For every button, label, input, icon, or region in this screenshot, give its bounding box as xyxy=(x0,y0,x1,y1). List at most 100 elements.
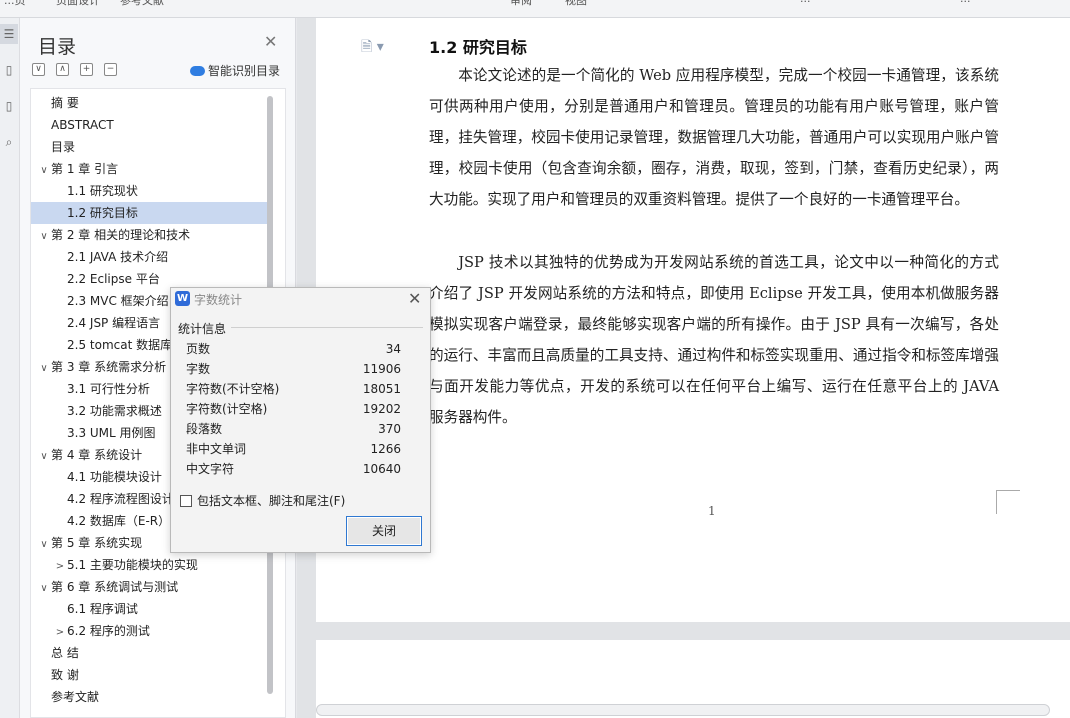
bookmark-icon[interactable]: ▯ xyxy=(0,60,18,80)
toc-item-label: 摘 要 xyxy=(51,96,79,110)
toc-item[interactable]: 2.1 JAVA 技术介绍 xyxy=(31,246,267,268)
stat-value: 11906 xyxy=(362,362,401,376)
include-textbox-checkbox[interactable]: 包括文本框、脚注和尾注(F) xyxy=(180,492,345,509)
stat-label: 非中文单词 xyxy=(186,442,247,456)
search-icon[interactable]: ⌕ xyxy=(0,132,18,152)
toc-item-label: 参考文献 xyxy=(51,690,100,704)
stat-label: 字符数(计空格) xyxy=(186,402,268,416)
toc-pane-icon[interactable]: ☰ xyxy=(0,24,18,44)
ribbon-item[interactable]: 视图 xyxy=(565,0,587,8)
toc-item[interactable]: 目录 xyxy=(31,136,267,158)
toc-item-label: ABSTRACT xyxy=(51,118,114,132)
toc-item-label: 4.2 数据库（E-R） xyxy=(67,514,171,528)
ribbon-strip: ...页 页面设计 参考文献 审阅 视图 ... ... xyxy=(0,0,1070,18)
toc-item[interactable]: ∨ 第 1 章 引言 xyxy=(31,158,267,180)
add-icon[interactable]: + xyxy=(80,63,93,76)
stat-label: 中文字符 xyxy=(186,462,235,476)
toc-item[interactable]: 1.2 研究目标 xyxy=(31,202,267,224)
ribbon-item[interactable]: ... xyxy=(800,0,811,5)
toc-item-label: 3.1 可行性分析 xyxy=(67,382,150,396)
chevron-down-icon[interactable]: ∨ xyxy=(37,358,51,380)
toc-item[interactable]: >6.2 程序的测试 xyxy=(31,620,267,642)
checkbox-label: 包括文本框、脚注和尾注(F) xyxy=(197,494,346,508)
ribbon-item[interactable]: ...页 xyxy=(4,0,26,8)
chevron-down-icon[interactable]: ∨ xyxy=(37,160,51,182)
toc-item-label: 第 6 章 系统调试与测试 xyxy=(51,580,179,594)
close-button[interactable]: 关闭 xyxy=(346,516,422,546)
close-icon[interactable]: ✕ xyxy=(408,289,421,308)
chevron-down-icon[interactable]: ∨ xyxy=(37,226,51,248)
toc-item[interactable]: 摘 要 xyxy=(31,92,267,114)
stat-label: 页数 xyxy=(186,342,211,356)
toc-item[interactable]: 1.1 研究现状 xyxy=(31,180,267,202)
toc-item-label: 总 结 xyxy=(51,646,79,660)
horizontal-scrollbar[interactable] xyxy=(316,704,1050,716)
toc-item-label: 第 2 章 相关的理论和技术 xyxy=(51,228,191,242)
toc-item-label: 1.2 研究目标 xyxy=(67,206,138,220)
chevron-right-icon[interactable]: > xyxy=(53,622,67,644)
stat-value: 1266 xyxy=(370,442,401,456)
toc-item-label: 致 谢 xyxy=(51,668,79,682)
toc-item-label: 2.2 Eclipse 平台 xyxy=(67,272,160,286)
toc-item-label: 第 5 章 系统实现 xyxy=(51,536,143,550)
page-corner-mark xyxy=(996,490,1020,514)
ribbon-item[interactable]: 审阅 xyxy=(510,0,532,8)
word-count-dialog: W 字数统计 ✕ 统计信息 页数 34 字数 11906 字符数(不计空格) 18051 字… xyxy=(170,287,431,553)
close-icon[interactable]: ✕ xyxy=(264,32,277,51)
stat-label: 字符数(不计空格) xyxy=(186,382,280,396)
stat-value: 34 xyxy=(385,342,401,356)
toc-item-label: 6.1 程序调试 xyxy=(67,602,138,616)
toc-item-label: 2.1 JAVA 技术介绍 xyxy=(67,250,169,264)
paragraph: 本论文论述的是一个简化的 Web 应用程序模型，完成一个校园一卡通管理，该系统可… xyxy=(429,67,999,208)
smart-toc-button[interactable]: 智能识别目录 xyxy=(190,62,280,79)
stat-row: 字符数(不计空格) 18051 xyxy=(186,379,416,399)
stat-value: 18051 xyxy=(362,382,401,396)
dialog-titlebar[interactable]: W 字数统计 ✕ xyxy=(171,288,430,310)
toc-item-label: 3.2 功能需求概述 xyxy=(67,404,162,418)
ribbon-item[interactable]: ... xyxy=(960,0,971,5)
stat-label: 段落数 xyxy=(186,422,223,436)
toc-item[interactable]: >5.1 主要功能模块的实现 xyxy=(31,554,267,576)
toc-item[interactable]: 6.1 程序调试 xyxy=(31,598,267,620)
toc-item[interactable]: 总 结 xyxy=(31,642,267,664)
toc-item-label: 2.3 MVC 框架介绍 xyxy=(67,294,169,308)
toc-item-label: 4.2 程序流程图设计 xyxy=(67,492,174,506)
toc-item-label: 3.3 UML 用例图 xyxy=(67,426,156,440)
toc-item-label: 第 4 章 系统设计 xyxy=(51,448,143,462)
toc-item-label: 5.1 主要功能模块的实现 xyxy=(67,558,198,572)
ribbon-item[interactable]: 页面设计 xyxy=(56,0,100,8)
dialog-title: 字数统计 xyxy=(194,293,243,307)
stat-label: 字数 xyxy=(186,362,211,376)
stat-row: 中文字符 10640 xyxy=(186,459,416,479)
remove-icon[interactable]: − xyxy=(104,63,117,76)
chevron-down-icon[interactable]: ∨ xyxy=(37,534,51,556)
divider xyxy=(231,327,423,328)
stat-row: 段落数 370 xyxy=(186,419,416,439)
stat-row: 页数 34 xyxy=(186,339,416,359)
expand-icon[interactable]: ∨ xyxy=(32,63,45,76)
paragraph: JSP 技术以其独特的优势成为开发网站系统的首选工具，论文中以一种简化的方式介绍… xyxy=(429,254,999,426)
thumbnail-icon[interactable]: ▯ xyxy=(0,96,18,116)
wps-logo-icon: W xyxy=(175,291,190,306)
toc-item[interactable]: 参考文献 xyxy=(31,686,267,708)
ribbon-item[interactable]: 参考文献 xyxy=(120,0,164,8)
toc-item-label: 6.2 程序的测试 xyxy=(67,624,150,638)
toc-item[interactable]: 致 谢 xyxy=(31,664,267,686)
toc-item-label: 2.5 tomcat 数据库 xyxy=(67,338,173,352)
toc-item[interactable]: ∨ 第 6 章 系统调试与测试 xyxy=(31,576,267,598)
stat-row: 字数 11906 xyxy=(186,359,416,379)
checkbox-box[interactable] xyxy=(180,495,192,507)
toc-item[interactable]: ABSTRACT xyxy=(31,114,267,136)
stat-row: 字符数(计空格) 19202 xyxy=(186,399,416,419)
chevron-down-icon[interactable]: ∨ xyxy=(37,578,51,600)
chevron-down-icon[interactable]: ∨ xyxy=(37,446,51,468)
section-heading: 1.2 研究目标 xyxy=(429,38,527,57)
collapse-icon[interactable]: ∧ xyxy=(56,63,69,76)
chevron-right-icon[interactable]: > xyxy=(53,556,67,578)
toc-item-label: 1.1 研究现状 xyxy=(67,184,138,198)
stat-value: 19202 xyxy=(362,402,401,416)
document-icon[interactable]: 🗎 ▾ xyxy=(361,36,384,60)
toc-item[interactable]: ∨ 第 2 章 相关的理论和技术 xyxy=(31,224,267,246)
smart-icon xyxy=(190,66,205,76)
section-label: 统计信息 xyxy=(178,322,227,336)
